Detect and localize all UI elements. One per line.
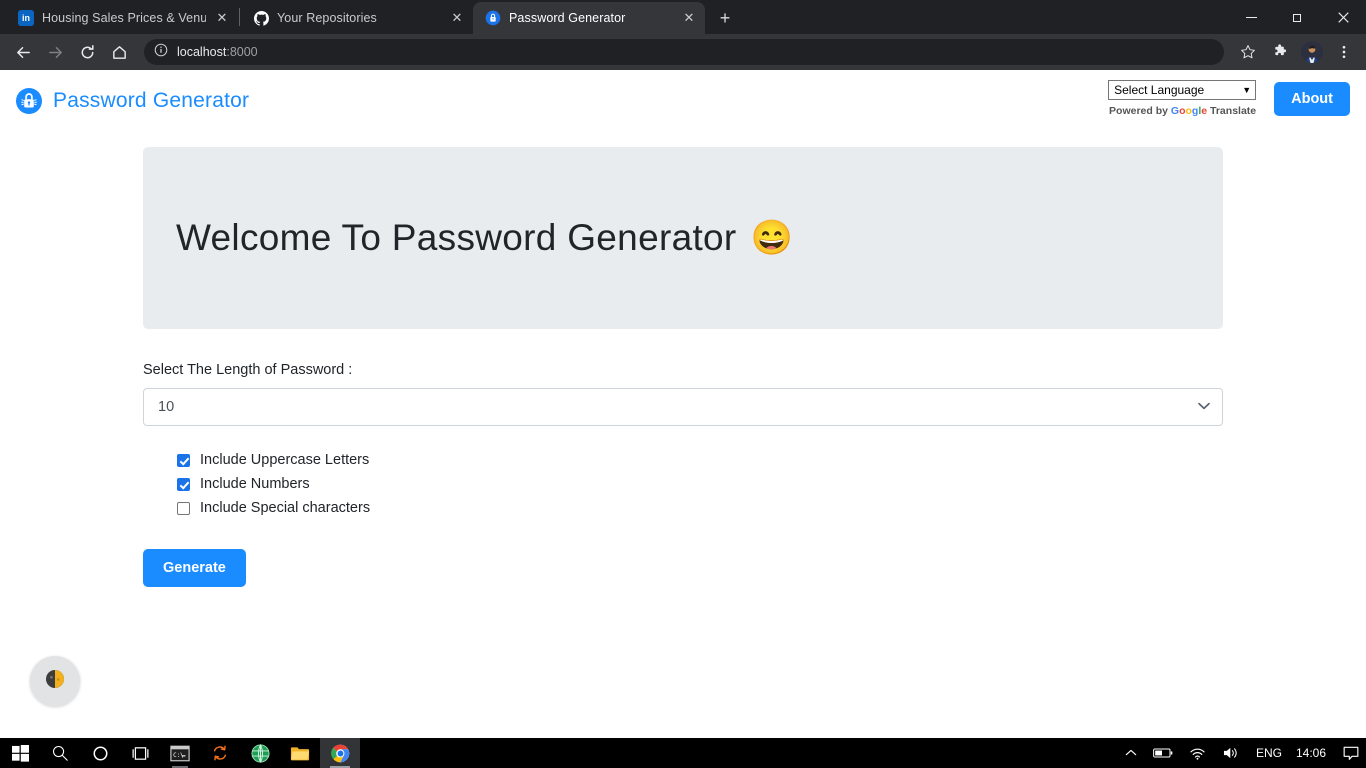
chevron-down-icon: ▼: [1242, 85, 1252, 95]
home-icon[interactable]: [104, 37, 134, 67]
window-controls: [1228, 0, 1366, 34]
chevron-up-icon[interactable]: [1118, 738, 1144, 768]
welcome-title-text: Welcome To Password Generator: [176, 217, 737, 258]
tab-divider: [239, 8, 240, 26]
welcome-title: Welcome To Password Generator 😄: [176, 217, 793, 259]
language-indicator[interactable]: ENG: [1248, 746, 1290, 760]
option-label: Include Uppercase Letters: [200, 452, 370, 468]
notification-icon[interactable]: [1338, 746, 1364, 761]
battery-icon[interactable]: [1146, 738, 1180, 768]
length-label: Select The Length of Password :: [143, 362, 353, 378]
accessibility-contrast-widget[interactable]: [30, 656, 80, 706]
clock[interactable]: 14:06: [1292, 746, 1336, 760]
back-icon[interactable]: [8, 37, 38, 67]
system-tray: ENG 14:06: [1118, 738, 1366, 768]
language-select[interactable]: Select Language ▼: [1108, 80, 1257, 100]
search-icon[interactable]: [40, 738, 80, 768]
start-button[interactable]: [0, 738, 40, 768]
tab-housing-sales[interactable]: in Housing Sales Prices & Venues D ✕: [6, 2, 238, 34]
chrome-browser-icon[interactable]: [320, 738, 360, 768]
browser-window: in Housing Sales Prices & Venues D ✕ You…: [0, 0, 1366, 768]
puzzle-icon[interactable]: [1266, 38, 1294, 66]
minimize-button[interactable]: [1228, 0, 1274, 34]
green-globe-app-icon[interactable]: [240, 738, 280, 768]
speaker-icon[interactable]: [1215, 738, 1246, 768]
close-icon[interactable]: ✕: [449, 10, 465, 26]
option-include-special-characters[interactable]: Include Special characters: [177, 496, 1223, 520]
lock-circle-icon: [16, 88, 42, 114]
star-icon[interactable]: [1234, 38, 1262, 66]
checkbox-include-special-characters[interactable]: [177, 501, 190, 515]
taskbar-items: C:\: [0, 738, 360, 768]
brand[interactable]: Password Generator: [16, 88, 249, 114]
header-right: Select Language ▼ Powered by Google Tran…: [1108, 80, 1350, 117]
tab-strip: in Housing Sales Prices & Venues D ✕ You…: [0, 0, 1366, 34]
checkbox-include-numbers[interactable]: [177, 477, 190, 491]
command-prompt-icon[interactable]: C:\: [160, 738, 200, 768]
option-label: Include Special characters: [200, 500, 371, 516]
checkbox-include-uppercase[interactable]: [177, 453, 190, 467]
sync-app-icon[interactable]: [200, 738, 240, 768]
close-button[interactable]: [1320, 0, 1366, 34]
cortana-icon[interactable]: [80, 738, 120, 768]
github-icon: [253, 10, 269, 26]
google-translate-widget: Select Language ▼ Powered by Google Tran…: [1108, 80, 1257, 117]
tab-title: Housing Sales Prices & Venues D: [42, 11, 206, 25]
info-icon[interactable]: [154, 43, 168, 62]
page-content: Password Generator Select Language ▼ Pow…: [0, 70, 1366, 738]
three-dots-icon[interactable]: [1330, 38, 1358, 66]
wifi-icon[interactable]: [1182, 738, 1213, 768]
grinning-face-emoji: 😄: [750, 219, 794, 257]
avatar[interactable]: [1298, 38, 1326, 66]
lock-icon: [485, 10, 501, 26]
tab-password-generator[interactable]: Password Generator ✕: [473, 2, 705, 34]
address-bar[interactable]: localhost:8000: [144, 39, 1224, 65]
welcome-banner: Welcome To Password Generator 😄: [143, 147, 1223, 329]
browser-toolbar: localhost:8000: [0, 34, 1366, 70]
tab-your-repositories[interactable]: Your Repositories ✕: [241, 2, 473, 34]
forward-icon[interactable]: [40, 37, 70, 67]
powered-by-google-translate: Powered by Google Translate: [1109, 105, 1257, 117]
options-checkbox-group: Include Uppercase Letters Include Number…: [143, 448, 1223, 520]
about-button[interactable]: About: [1274, 82, 1350, 116]
tab-title: Your Repositories: [277, 11, 377, 25]
new-tab-button[interactable]: +: [711, 4, 739, 32]
password-form: Select The Length of Password : 10 Inclu…: [143, 362, 1223, 587]
reload-icon[interactable]: [72, 37, 102, 67]
toolbar-right: [1234, 38, 1358, 66]
option-include-numbers[interactable]: Include Numbers: [177, 472, 1223, 496]
url-text: localhost:8000: [177, 45, 258, 59]
main-container: Welcome To Password Generator 😄 Select T…: [143, 147, 1223, 587]
password-length-select[interactable]: 10: [143, 388, 1223, 426]
contrast-toggle-icon: [44, 668, 66, 695]
close-icon[interactable]: ✕: [681, 10, 697, 26]
language-select-value: Select Language: [1114, 83, 1205, 97]
maximize-button[interactable]: [1274, 0, 1320, 34]
site-header: Password Generator Select Language ▼ Pow…: [0, 70, 1366, 132]
windows-taskbar: C:\ ENG 14:06: [0, 738, 1366, 768]
password-length-value: 10: [158, 399, 175, 415]
option-label: Include Numbers: [200, 476, 310, 492]
linkedin-icon: in: [18, 10, 34, 26]
brand-name: Password Generator: [53, 89, 250, 112]
tab-title: Password Generator: [509, 11, 626, 25]
close-icon[interactable]: ✕: [214, 10, 230, 26]
generate-button[interactable]: Generate: [143, 549, 246, 587]
file-explorer-icon[interactable]: [280, 738, 320, 768]
chevron-down-icon: [1198, 401, 1210, 413]
option-include-uppercase[interactable]: Include Uppercase Letters: [177, 448, 1223, 472]
task-view-icon[interactable]: [120, 738, 160, 768]
